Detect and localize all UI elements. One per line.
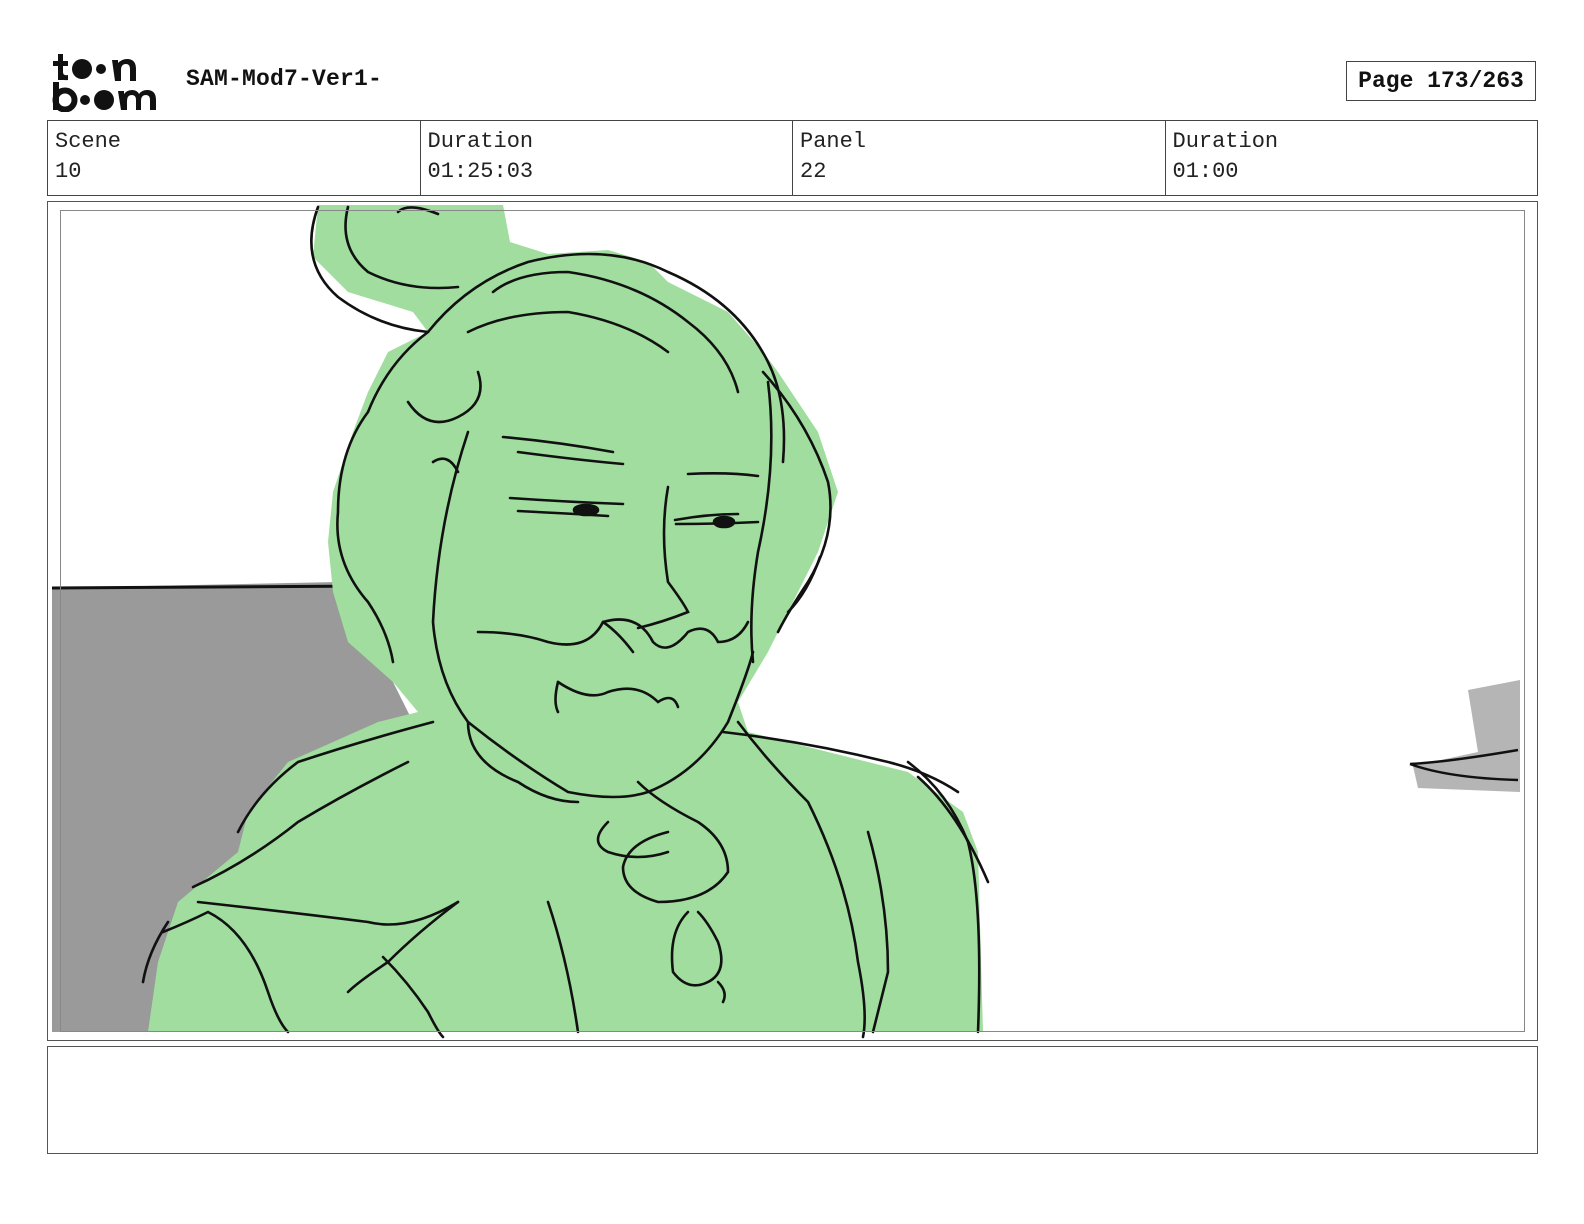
scene-duration-cell: Duration 01:25:03	[421, 121, 793, 195]
scene-value: 10	[55, 159, 82, 184]
scene-info-table: Scene 10 Duration 01:25:03 Panel 22 Dura…	[47, 120, 1538, 196]
panel-cell: Panel 22	[793, 121, 1166, 195]
storyboard-panel	[47, 201, 1538, 1041]
panel-duration-cell: Duration 01:00	[1166, 121, 1538, 195]
scene-label: Scene	[55, 129, 122, 154]
panel-duration-label: Duration	[1172, 129, 1279, 154]
toonboom-logo	[52, 50, 164, 112]
panel-label: Panel	[800, 129, 867, 154]
scene-duration-label: Duration	[427, 129, 534, 154]
scene-duration-value: 01:25:03	[427, 159, 534, 184]
panel-safe-frame	[60, 210, 1525, 1032]
panel-duration-value: 01:00	[1172, 159, 1239, 184]
page-counter: Page 173/263	[1346, 61, 1536, 101]
panel-notes-box	[47, 1046, 1538, 1154]
document-title: SAM-Mod7-Ver1-	[186, 66, 383, 92]
panel-value: 22	[800, 159, 827, 184]
scene-cell: Scene 10	[48, 121, 421, 195]
